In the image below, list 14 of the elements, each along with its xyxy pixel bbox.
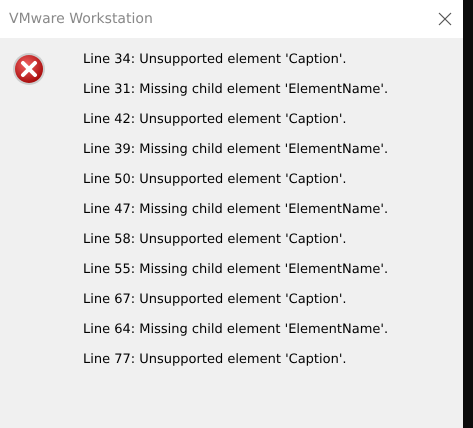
error-message: Line 55: Missing child element 'ElementName'.	[83, 261, 388, 279]
error-message: Line 58: Unsupported element 'Caption'.	[83, 231, 348, 249]
error-message: Line 34: Unsupported element 'Caption'.	[83, 51, 348, 69]
close-icon[interactable]	[438, 12, 452, 26]
error-message: Line 77: Unsupported element 'Caption'.	[83, 351, 348, 369]
error-message: Line 39: Missing child element 'ElementName'.	[83, 141, 388, 159]
error-message: Line 64: Missing child element 'ElementName'.	[83, 321, 388, 339]
error-message: Line 50: Unsupported element 'Caption'.	[83, 171, 348, 189]
error-message: Line 42: Unsupported element 'Caption'.	[83, 111, 348, 129]
window-title: VMware Workstation	[9, 11, 153, 27]
error-message: Line 31: Missing child element 'ElementName'.	[83, 81, 388, 99]
error-message: Line 47: Missing child element 'ElementName'.	[83, 201, 388, 219]
error-message: Line 67: Unsupported element 'Caption'.	[83, 291, 348, 309]
error-icon	[12, 52, 46, 86]
